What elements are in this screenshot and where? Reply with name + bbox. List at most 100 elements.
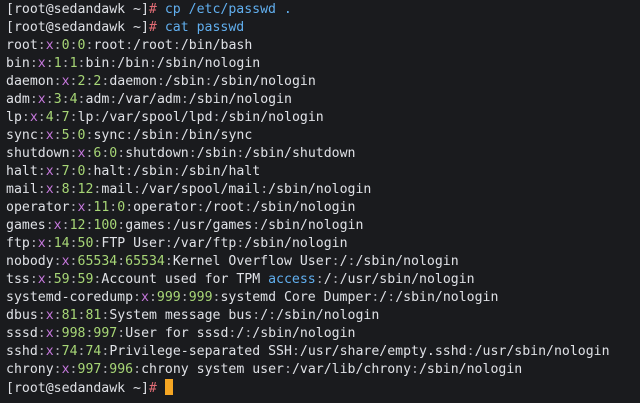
field-separator: : (53, 254, 62, 269)
field-separator: : (180, 92, 189, 107)
home-dir: / (339, 254, 348, 269)
shell: /bin/sync (180, 128, 253, 143)
field-separator: : (164, 254, 173, 269)
field-separator: : (29, 236, 38, 251)
field-separator: : (69, 182, 78, 197)
gecos: adm (85, 92, 110, 107)
field-separator: : (69, 236, 78, 251)
prompt-symbol: # (148, 20, 157, 35)
home-dir: /usr/share/empty.sshd (299, 344, 467, 359)
gecos: FTP User (101, 236, 165, 251)
passwd-line: systemd-coredump:x:999:999:systemd Core … (6, 289, 640, 307)
password-field: x (61, 362, 70, 377)
prompt-text: [root@sedandawk ~] (6, 381, 149, 396)
username: systemd-coredump (6, 290, 134, 305)
gecos-keyword: access (268, 272, 316, 287)
field-separator: : (69, 272, 78, 287)
home-dir: /var/ftp (172, 236, 237, 251)
uid: 998 (61, 326, 86, 341)
home-dir: /var/adm (117, 92, 181, 107)
gid: 81 (85, 308, 102, 323)
field-separator: : (331, 254, 340, 269)
terminal-window[interactable]: [root@sedandawk ~]# cp /etc/passwd . [roo… (0, 0, 640, 403)
gecos: operator (133, 200, 197, 215)
username: sssd (6, 326, 38, 341)
prompt-line: [root@sedandawk ~]# cp /etc/passwd . (6, 1, 640, 19)
password-field: x (53, 218, 62, 233)
password-field: x (45, 164, 54, 179)
home-dir: /sbin (196, 146, 237, 161)
password-field: x (45, 38, 54, 53)
home-dir: /root (133, 38, 173, 53)
field-separator: : (37, 326, 46, 341)
uid: 59 (53, 272, 70, 287)
shell: /sbin/nologin (418, 362, 523, 377)
username: operator (6, 200, 70, 215)
username: mail (6, 182, 38, 197)
shell: /sbin/nologin (355, 254, 459, 269)
gid: 7 (61, 110, 70, 125)
passwd-line: sssd:x:998:997:User for sssd:/:/sbin/nol… (6, 325, 640, 343)
password-field: x (61, 254, 70, 269)
field-separator: : (164, 218, 173, 233)
gecos: root (93, 38, 126, 53)
uid: 11 (93, 200, 110, 215)
password-field: x (45, 344, 54, 359)
field-separator: : (45, 56, 54, 71)
prompt-symbol: # (148, 2, 157, 17)
passwd-line: lp:x:4:7:lp:/var/spool/lpd:/sbin/nologin (6, 109, 640, 127)
home-dir: / (260, 308, 269, 323)
uid: 4 (45, 110, 54, 125)
password-field: x (45, 182, 54, 197)
field-separator: : (53, 182, 62, 197)
field-separator: : (45, 92, 54, 107)
uid: 65534 (77, 254, 118, 269)
field-separator: : (125, 128, 134, 143)
field-separator: : (188, 146, 197, 161)
home-dir: /root (204, 200, 245, 215)
uid: 999 (156, 290, 181, 305)
uid: 12 (69, 218, 86, 233)
field-separator: : (53, 308, 62, 323)
shell: /sbin/nologin (188, 92, 292, 107)
field-separator: : (37, 308, 46, 323)
field-separator: : (411, 362, 419, 377)
gid: 4 (69, 92, 78, 107)
field-separator: : (133, 290, 141, 305)
home-dir: /sbin (133, 164, 173, 179)
username: nobody (6, 254, 54, 269)
field-separator: : (212, 110, 221, 125)
password-field: x (45, 326, 54, 341)
passwd-line: shutdown:x:6:0:shutdown:/sbin:/sbin/shut… (6, 145, 640, 163)
field-separator: : (69, 362, 78, 377)
field-separator: : (69, 128, 78, 143)
gecos: games (125, 218, 165, 233)
gecos: shutdown (125, 146, 189, 161)
home-dir: /var/spool/lpd (101, 110, 213, 125)
command-text: cp /etc/passwd . (164, 2, 292, 17)
passwd-line: mail:x:8:12:mail:/var/spool/mail:/sbin/n… (6, 181, 640, 199)
uid: 3 (53, 92, 62, 107)
uid: 5 (61, 128, 70, 143)
field-separator: : (133, 362, 142, 377)
gecos: Kernel Overflow User (172, 254, 332, 269)
passwd-line: chrony:x:997:996:chrony system user:/var… (6, 361, 640, 379)
field-separator: : (53, 38, 62, 53)
field-separator: : (260, 182, 269, 197)
field-separator: : (53, 344, 62, 359)
field-separator: : (125, 200, 134, 215)
username: dbus (6, 308, 38, 323)
username: tss (6, 272, 30, 287)
prompt-text: [root@sedandawk ~] (6, 20, 149, 35)
gecos: bin (85, 56, 110, 71)
uid: 1 (53, 56, 62, 71)
field-separator: : (291, 344, 300, 359)
gid: 999 (188, 290, 213, 305)
field-separator: : (252, 308, 261, 323)
shell: /sbin/nologin (395, 290, 499, 305)
gid: 100 (93, 218, 118, 233)
field-separator: : (69, 38, 78, 53)
field-separator: : (53, 362, 62, 377)
gecos: daemon (109, 74, 157, 89)
home-dir: /var/spool/mail (141, 182, 261, 197)
